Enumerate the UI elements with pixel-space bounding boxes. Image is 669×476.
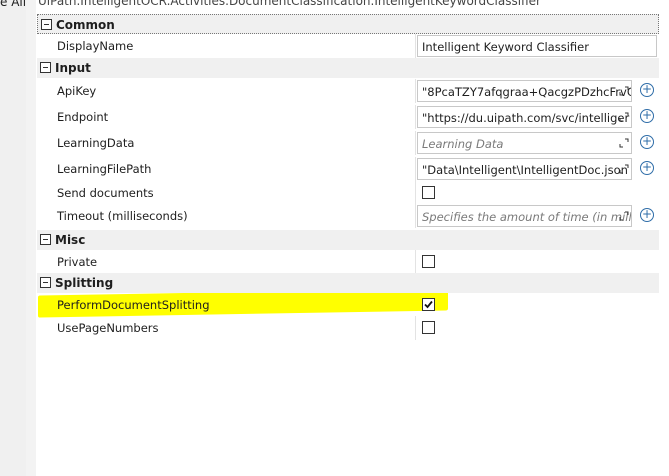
property-name: LearningFilePath <box>57 162 152 176</box>
category-misc[interactable]: Misc <box>37 230 659 250</box>
property-name: LearningData <box>57 136 135 150</box>
usepagenumbers-checkbox[interactable] <box>422 321 435 334</box>
property-row-send-documents: Send documents <box>37 181 659 205</box>
timeout-input[interactable]: Specifies the amount of time (in milli <box>417 205 632 227</box>
property-row-timeout: Timeout (milliseconds) Specifies the amo… <box>37 204 659 228</box>
property-row-apikey: ApiKey "8PcaTZY7afqgraa+QacgzPDzhcFrvC + <box>37 79 659 103</box>
collapse-icon[interactable] <box>40 277 51 288</box>
add-variable-icon[interactable]: + <box>640 161 654 175</box>
add-variable-icon[interactable]: + <box>640 208 654 222</box>
property-name: Timeout (milliseconds) <box>57 209 188 223</box>
property-name: ApiKey <box>57 84 97 98</box>
learningfilepath-input[interactable]: "Data\Intelligent\IntelligentDoc.json <box>417 158 632 180</box>
apikey-value: "8PcaTZY7afqgraa+QacgzPDzhcFrvC <box>422 85 632 99</box>
category-input[interactable]: Input <box>37 58 659 78</box>
displayname-input[interactable]: Intelligent Keyword Classifier <box>417 35 657 57</box>
learningfilepath-value: "Data\Intelligent\IntelligentDoc.json <box>422 163 628 177</box>
column-divider <box>415 34 416 58</box>
left-panel-label[interactable]: e All <box>0 0 26 9</box>
timeout-placeholder: Specifies the amount of time (in milli <box>422 210 632 224</box>
expand-editor-icon[interactable] <box>619 211 629 221</box>
add-variable-icon[interactable]: + <box>640 135 654 149</box>
checkmark-icon <box>424 300 433 309</box>
add-variable-icon[interactable]: + <box>640 83 654 97</box>
category-splitting[interactable]: Splitting <box>37 273 659 293</box>
column-divider <box>415 79 416 103</box>
property-name: Endpoint <box>57 110 109 124</box>
property-row-performdocumentsplitting: PerformDocumentSplitting <box>37 293 659 317</box>
displayname-value: Intelligent Keyword Classifier <box>422 40 589 54</box>
property-row-displayname: DisplayName Intelligent Keyword Classifi… <box>37 34 659 58</box>
send-documents-checkbox[interactable] <box>422 186 435 199</box>
column-divider <box>415 204 416 228</box>
collapse-icon[interactable] <box>40 62 51 73</box>
property-row-learningdata: LearningData Learning Data + <box>37 131 659 155</box>
endpoint-value: "https://du.uipath.com/svc/intelliger <box>422 111 630 125</box>
category-common[interactable]: Common <box>37 14 659 34</box>
column-divider <box>415 250 416 274</box>
property-name: Send documents <box>57 186 154 200</box>
category-label: Misc <box>55 233 86 247</box>
apikey-input[interactable]: "8PcaTZY7afqgraa+QacgzPDzhcFrvC <box>417 80 632 102</box>
column-divider <box>415 181 416 205</box>
property-name: Private <box>57 255 98 269</box>
column-divider <box>415 131 416 155</box>
expand-editor-icon[interactable] <box>619 138 629 148</box>
property-name: DisplayName <box>57 39 134 53</box>
learningdata-placeholder: Learning Data <box>422 137 504 151</box>
property-row-usepagenumbers: UsePageNumbers <box>37 316 659 340</box>
add-variable-icon[interactable]: + <box>640 109 654 123</box>
property-row-endpoint: Endpoint "https://du.uipath.com/svc/inte… <box>37 105 659 129</box>
expand-editor-icon[interactable] <box>619 164 629 174</box>
left-scrollbar[interactable] <box>26 0 36 476</box>
property-grid: Common DisplayName Intelligent Keyword C… <box>37 14 659 476</box>
learningdata-input[interactable]: Learning Data <box>417 132 632 154</box>
collapse-icon[interactable] <box>40 234 51 245</box>
private-checkbox[interactable] <box>422 255 435 268</box>
property-row-learningfilepath: LearningFilePath "Data\Intelligent\Intel… <box>37 157 659 181</box>
property-name: PerformDocumentSplitting <box>57 298 210 312</box>
activity-type-path: UiPath.IntelligentOCR.Activities.Documen… <box>38 0 541 8</box>
column-divider <box>415 105 416 129</box>
performdocumentsplitting-checkbox[interactable] <box>422 298 435 311</box>
endpoint-input[interactable]: "https://du.uipath.com/svc/intelliger <box>417 106 632 128</box>
column-divider <box>415 157 416 181</box>
property-row-private: Private <box>37 250 659 274</box>
property-name: UsePageNumbers <box>57 321 159 335</box>
collapse-icon[interactable] <box>41 19 52 30</box>
expand-editor-icon[interactable] <box>619 112 629 122</box>
category-label: Input <box>55 61 91 75</box>
expand-editor-icon[interactable] <box>619 86 629 96</box>
column-divider <box>415 316 416 340</box>
left-panel: e All <box>0 0 27 476</box>
category-label: Common <box>56 18 115 32</box>
category-label: Splitting <box>55 276 114 290</box>
